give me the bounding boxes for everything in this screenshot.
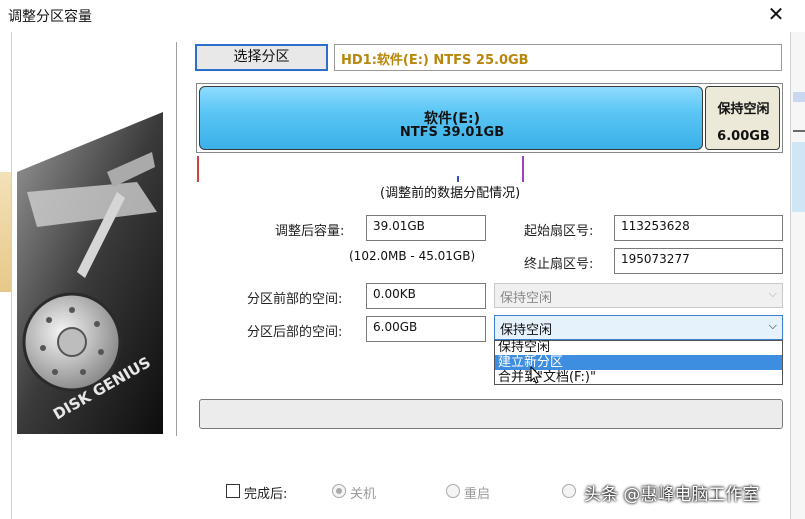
disk-map-main-detail: NTFS 39.01GB xyxy=(399,125,505,140)
free-space-size: 6.00GB xyxy=(717,129,770,144)
progress-bar xyxy=(199,399,783,429)
after-complete-checkbox[interactable] xyxy=(226,484,240,498)
disk-map: 软件(E:) NTFS 39.01GB 保持空闲 6.00GB xyxy=(196,83,783,153)
space-after-select-value: 保持空闲 xyxy=(500,323,553,338)
end-sector-input[interactable]: 195073277 xyxy=(614,248,783,274)
space-after-label: 分区后部的空间: xyxy=(247,325,343,340)
title-bar: 调整分区容量 ✕ xyxy=(0,0,805,32)
chevron-down-icon[interactable]: ⌵ xyxy=(769,319,777,333)
end-sector-label: 终止扇区号: xyxy=(524,257,594,272)
select-partition-button[interactable]: 选择分区 xyxy=(195,44,328,71)
start-marker[interactable] xyxy=(197,156,199,182)
right-edge-strip xyxy=(790,32,805,519)
start-sector-input[interactable]: 113253628 xyxy=(614,215,783,241)
space-before-select-value: 保持空闲 xyxy=(500,291,553,306)
restart-radio[interactable] xyxy=(446,484,460,498)
left-edge-strip xyxy=(0,32,12,519)
resize-track[interactable] xyxy=(196,156,783,184)
space-before-select: 保持空闲 ⌵ xyxy=(494,283,783,308)
window-title: 调整分区容量 xyxy=(8,9,92,25)
shutdown-radio[interactable] xyxy=(332,484,346,498)
disk-map-partition-main[interactable]: 软件(E:) NTFS 39.01GB xyxy=(199,86,703,150)
watermark: 头条 @惠峰电脑工作室 xyxy=(584,485,760,505)
shutdown-label: 关机 xyxy=(350,487,377,502)
resized-capacity-label: 调整后容量: xyxy=(275,224,345,239)
resized-capacity-input[interactable]: 39.01GB xyxy=(366,215,486,241)
disk-map-free-space[interactable]: 保持空闲 6.00GB xyxy=(705,86,780,150)
dropdown-option-keep-free[interactable]: 保持空闲 xyxy=(495,341,782,355)
disk-genius-logo: DISK GENIUS xyxy=(17,42,163,434)
third-radio[interactable] xyxy=(562,484,576,498)
space-before-input[interactable]: 0.00KB xyxy=(366,283,486,309)
resized-capacity-range: (102.0MB - 45.01GB) xyxy=(349,249,476,263)
start-sector-label: 起始扇区号: xyxy=(524,224,594,239)
mouse-cursor-icon xyxy=(530,365,543,388)
disk-map-caption: (调整前的数据分配情况) xyxy=(380,186,521,201)
end-marker[interactable] xyxy=(522,156,524,182)
chevron-down-icon: ⌵ xyxy=(768,287,777,300)
after-complete-label: 完成后: xyxy=(244,487,288,502)
space-before-label: 分区前部的空间: xyxy=(247,292,343,307)
partition-info: HD1:软件(E:) NTFS 25.0GB xyxy=(334,44,782,71)
free-space-label: 保持空闲 xyxy=(717,102,770,117)
restart-label: 重启 xyxy=(464,487,491,502)
space-after-input[interactable]: 6.00GB xyxy=(366,316,486,342)
space-after-select[interactable]: 保持空闲 ⌵ xyxy=(494,315,783,340)
close-icon[interactable]: ✕ xyxy=(766,2,786,26)
vertical-separator xyxy=(176,42,178,436)
